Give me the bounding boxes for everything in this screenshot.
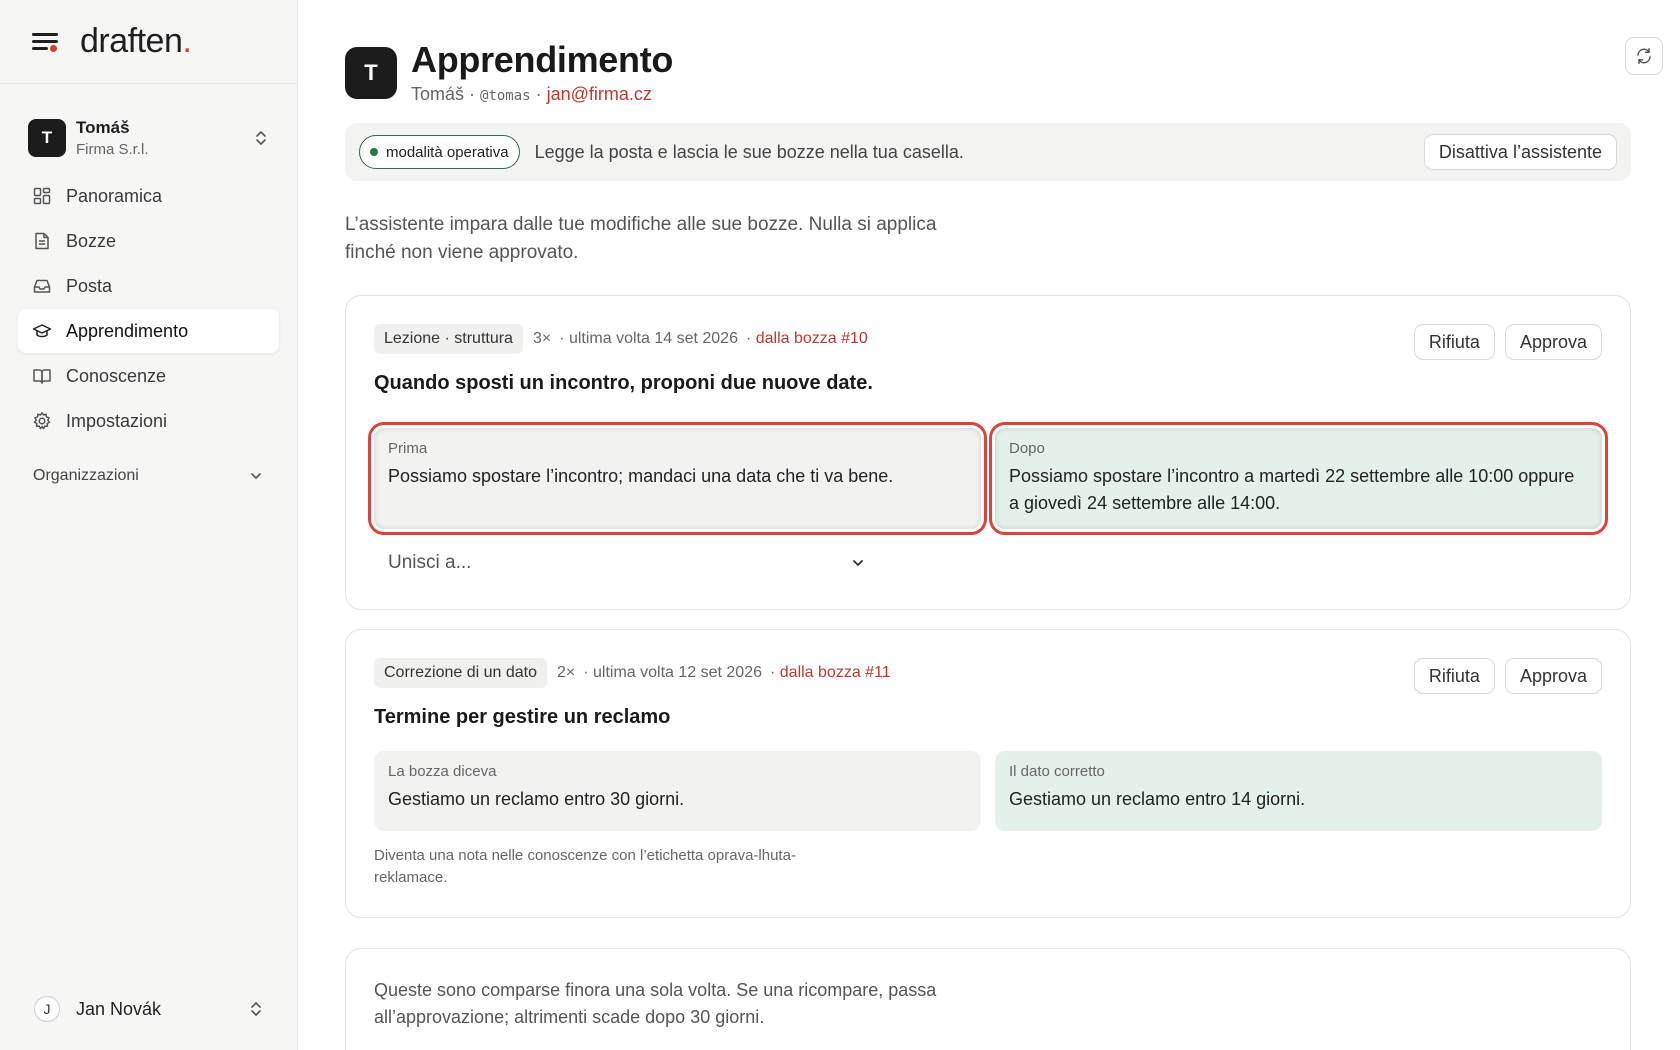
main-content: T Apprendimento Tomáš · @tomas · jan@fir… (298, 0, 1680, 1050)
status-dot (370, 148, 378, 156)
user-avatar: J (34, 996, 60, 1022)
sidebar-item-label: Panoramica (66, 185, 163, 206)
chevron-updown-icon (253, 128, 269, 148)
before-label: Prima (388, 440, 428, 457)
account-avatar: T (28, 119, 66, 157)
mode-badge-label: modalità operativa (386, 143, 509, 161)
sidebar-item-conoscenze[interactable]: Conoscenze (18, 354, 279, 398)
book-icon (33, 369, 51, 384)
subtitle-email[interactable]: jan@firma.cz (547, 84, 652, 104)
lesson-card: Lezione · struttura 3× · ultima volta 14… (345, 295, 1631, 610)
card-last-seen: · ultima volta 14 set 2026 (559, 330, 738, 347)
grid-icon (33, 187, 51, 205)
card-count: 2× (556, 664, 576, 681)
chevron-updown-icon (251, 1002, 261, 1016)
gear-icon (33, 412, 51, 430)
sidebar-item-apprendimento[interactable]: Apprendimento (18, 309, 279, 353)
graduation-cap-icon (32, 324, 52, 338)
pending-text: Queste sono comparse finora una sola vol… (374, 980, 937, 1027)
before-label: La bozza diceva (388, 763, 497, 780)
sidebar: draften. T Tomáš Firma S.r.l. Panoramica… (0, 0, 298, 1050)
refresh-icon (1637, 48, 1651, 64)
user-name: Jan Novák (76, 998, 162, 1019)
card-tag: Lezione · struttura (374, 324, 523, 354)
sidebar-item-label: Posta (66, 275, 113, 296)
after-text: Gestiamo un reclamo entro 14 giorni. (1009, 789, 1306, 809)
status-text: Legge la posta e lascia le sue bozze nel… (534, 141, 964, 162)
page-header: T Apprendimento Tomáš · @tomas · jan@fir… (345, 0, 1680, 105)
sidebar-item-panoramica[interactable]: Panoramica (18, 174, 279, 218)
card-title: Quando sposti un incontro, proponi due n… (374, 372, 873, 394)
card-source-link[interactable]: · dalla bozza #11 (770, 664, 891, 682)
after-label: Il dato corretto (1009, 763, 1105, 780)
before-text: Possiamo spostare l’incontro; mandaci un… (388, 466, 894, 486)
reject-button[interactable]: Rifiuta (1413, 324, 1495, 360)
page-avatar: T (345, 46, 397, 99)
organizations-toggle[interactable]: Organizzazioni (0, 461, 297, 491)
card-actions: Rifiuta Approva (1413, 324, 1602, 360)
intro-text: L’assistente impara dalle tue modifiche … (345, 214, 937, 263)
card-count: 3× (532, 330, 552, 347)
reject-button[interactable]: Rifiuta (1413, 658, 1495, 694)
page-title: Apprendimento (411, 39, 674, 80)
mode-badge: modalità operativa (359, 135, 520, 169)
account-org: Firma S.r.l. (76, 141, 149, 158)
card-last-seen: · ultima volta 12 set 2026 (583, 664, 762, 681)
app-root: draften. T Tomáš Firma S.r.l. Panoramica… (0, 0, 1680, 1050)
user-menu[interactable]: J Jan Novák (34, 992, 263, 1026)
comparison: Prima Possiamo spostare l’incontro; mand… (368, 422, 1608, 535)
after-text: Possiamo spostare l’incontro a martedì 2… (1009, 466, 1575, 513)
chevron-down-icon (251, 473, 261, 479)
merge-select[interactable]: Unisci a... (374, 545, 872, 581)
sidebar-item-impostazioni[interactable]: Impostazioni (18, 399, 279, 443)
logo[interactable]: draften. (80, 22, 192, 61)
account-name: Tomáš (76, 118, 130, 137)
page-subtitle: Tomáš · @tomas · jan@firma.cz (411, 84, 673, 105)
before-box: Prima Possiamo spostare l’incontro; mand… (368, 422, 987, 535)
inbox-icon (33, 279, 51, 293)
subtitle-separator: · (530, 84, 547, 104)
before-text: Gestiamo un reclamo entro 30 giorni. (388, 789, 685, 809)
refresh-button[interactable] (1625, 37, 1663, 75)
sidebar-item-label: Bozze (66, 230, 117, 251)
card-source-link[interactable]: · dalla bozza #10 (746, 330, 868, 348)
sidebar-nav: Panoramica Bozze Posta Apprendimento Con… (0, 174, 297, 443)
brand-header: draften. (0, 0, 297, 84)
menu-icon[interactable] (32, 31, 60, 53)
after-box: Dopo Possiamo spostare l’incontro a mart… (989, 422, 1608, 535)
sidebar-item-bozze[interactable]: Bozze (18, 219, 279, 263)
card-title: Termine per gestire un reclamo (374, 706, 671, 728)
after-label: Dopo (1009, 440, 1045, 457)
subtitle-name: Tomáš · (411, 84, 481, 104)
card-actions: Rifiuta Approva (1413, 658, 1602, 694)
subtitle-handle: @tomas (480, 88, 531, 104)
chevron-down-icon (853, 560, 863, 566)
sidebar-item-posta[interactable]: Posta (18, 264, 279, 308)
correction-card: Correzione di un dato 2× · ultima volta … (345, 629, 1631, 918)
sidebar-item-label: Impostazioni (66, 410, 168, 431)
disable-assistant-button[interactable]: Disattiva l’assistente (1423, 134, 1617, 170)
approve-button[interactable]: Approva (1504, 324, 1602, 360)
before-box: La bozza diceva Gestiamo un reclamo entr… (374, 751, 981, 831)
comparison: La bozza diceva Gestiamo un reclamo entr… (374, 751, 1602, 831)
sidebar-item-label: Apprendimento (66, 320, 189, 341)
account-switcher[interactable]: T Tomáš Firma S.r.l. (0, 116, 297, 160)
status-bar: modalità operativa Legge la posta e lasc… (345, 123, 1631, 181)
card-note: Diventa una nota nelle conoscenze con l’… (374, 847, 796, 886)
organizations-label: Organizzazioni (33, 467, 139, 484)
after-box: Il dato corretto Gestiamo un reclamo ent… (995, 751, 1602, 831)
document-icon (35, 232, 49, 250)
approve-button[interactable]: Approva (1504, 658, 1602, 694)
sidebar-item-label: Conoscenze (66, 365, 167, 386)
merge-select-value: Unisci a... (388, 552, 472, 573)
pending-card: Queste sono comparse finora una sola vol… (345, 948, 1631, 1050)
card-tag: Correzione di un dato (374, 658, 547, 688)
